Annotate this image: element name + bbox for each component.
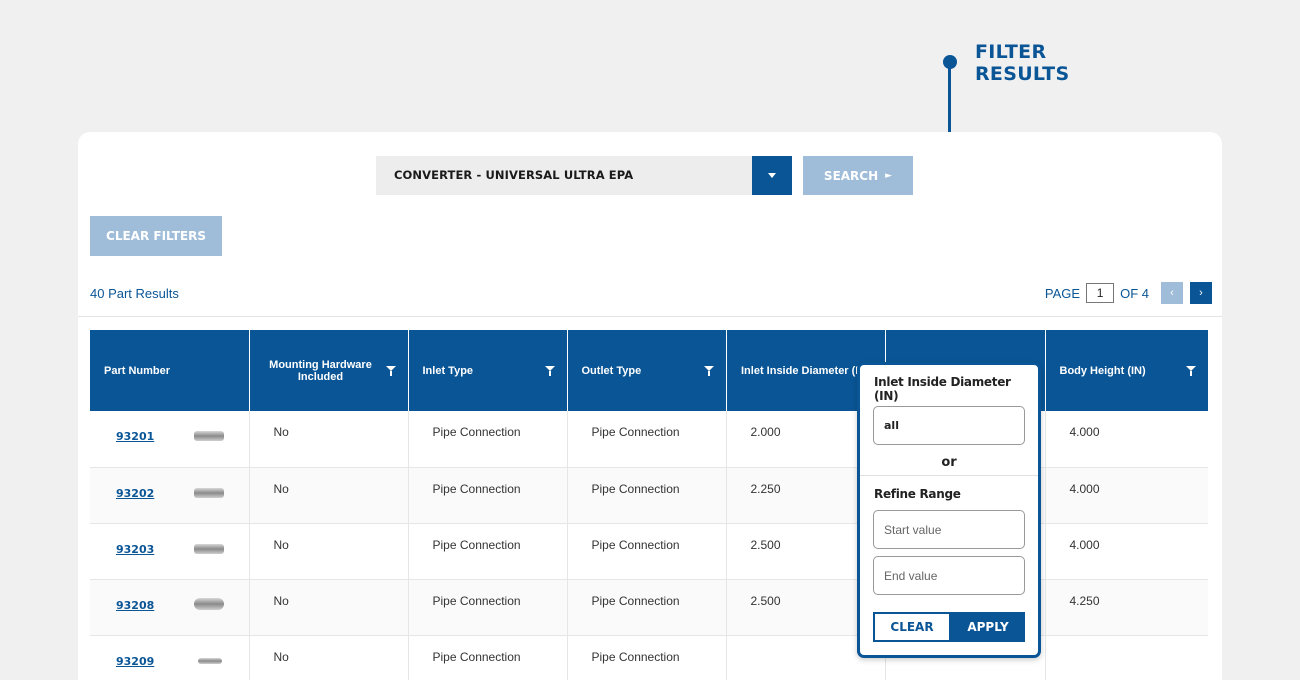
converter-thumbnail-icon	[194, 487, 224, 498]
cell-inlet-type: Pipe Connection	[408, 467, 568, 524]
filter-icon[interactable]	[385, 365, 396, 376]
part-number-link[interactable]: 93203	[116, 543, 154, 556]
popup-divider	[860, 475, 1038, 476]
filter-icon[interactable]	[1185, 365, 1196, 376]
callout-line-2: RESULTS	[975, 63, 1070, 85]
filter-value-input[interactable]	[873, 406, 1025, 445]
parts-search-card: CONVERTER - UNIVERSAL ULTRA EPA SEARCH ►…	[78, 132, 1222, 680]
divider	[78, 316, 1222, 317]
filter-icon[interactable]	[544, 365, 555, 376]
cell-part-number: 93202	[90, 467, 250, 524]
cell-inlet-type: Pipe Connection	[408, 523, 568, 580]
clear-filters-button[interactable]: CLEAR FILTERS	[90, 216, 222, 256]
cell-inlet-type: Pipe Connection	[408, 579, 568, 636]
refine-range-label: Refine Range	[874, 487, 961, 501]
page-of-label: OF 4	[1120, 285, 1149, 301]
cell-outlet-type: Pipe Connection	[567, 635, 727, 680]
header-part-number[interactable]: Part Number	[90, 330, 250, 411]
cell-inlet-type: Pipe Connection	[408, 635, 568, 680]
cell-body-height: 4.250	[1045, 579, 1208, 636]
page-number-input[interactable]: 1	[1086, 283, 1115, 303]
cell-body-height: 4.000	[1045, 411, 1208, 468]
inlet-diameter-filter-popup: Inlet Inside Diameter (IN) or Refine Ran…	[857, 362, 1041, 658]
cell-outlet-type: Pipe Connection	[567, 467, 727, 524]
cell-body-height: 4.000	[1045, 467, 1208, 524]
product-category-value: CONVERTER - UNIVERSAL ULTRA EPA	[394, 168, 634, 182]
cell-mounting: No	[249, 411, 409, 468]
cell-body-height	[1045, 635, 1208, 680]
next-page-button[interactable]: ›	[1190, 282, 1212, 304]
cell-part-number: 93201	[90, 411, 250, 468]
part-number-link[interactable]: 93201	[116, 430, 154, 443]
converter-thumbnail-icon	[194, 543, 224, 554]
cell-mounting: No	[249, 523, 409, 580]
play-arrow-icon: ►	[885, 170, 893, 181]
page-label: PAGE	[1044, 285, 1081, 301]
converter-thumbnail-icon	[194, 597, 224, 610]
dropdown-toggle-button[interactable]	[752, 156, 792, 195]
cell-mounting: No	[249, 467, 409, 524]
converter-thumbnail-icon	[194, 431, 224, 441]
cell-mounting: No	[249, 635, 409, 680]
cell-body-height: 4.000	[1045, 523, 1208, 580]
part-number-link[interactable]: 93202	[116, 487, 154, 500]
caret-down-icon	[768, 173, 776, 178]
cell-part-number: 93209	[90, 635, 250, 680]
filter-clear-button[interactable]: CLEAR	[873, 612, 951, 642]
search-button[interactable]: SEARCH ►	[803, 156, 913, 195]
part-number-link[interactable]: 93209	[116, 655, 154, 668]
converter-thumbnail-icon	[198, 657, 222, 664]
filter-apply-button[interactable]: APPLY	[951, 612, 1025, 642]
prev-page-button[interactable]: ‹	[1161, 282, 1183, 304]
cell-outlet-type: Pipe Connection	[567, 579, 727, 636]
filter-popup-actions: CLEAR APPLY	[873, 612, 1025, 642]
header-inlet-type[interactable]: Inlet Type	[408, 330, 568, 411]
start-value-input[interactable]	[873, 510, 1025, 549]
cell-mounting: No	[249, 579, 409, 636]
header-outlet-type[interactable]: Outlet Type	[567, 330, 727, 411]
search-button-label: SEARCH	[823, 168, 879, 183]
cell-outlet-type: Pipe Connection	[567, 411, 727, 468]
filter-popup-title: Inlet Inside Diameter (IN)	[874, 375, 1011, 403]
pagination: PAGE 1 OF 4 ‹ ›	[1045, 282, 1212, 304]
results-count: 40 Part Results	[90, 286, 179, 301]
cell-part-number: 93208	[90, 579, 250, 636]
end-value-input[interactable]	[873, 556, 1025, 595]
filter-results-callout: FILTER RESULTS	[975, 41, 1069, 85]
or-label: or	[941, 455, 957, 470]
cell-inlet-type: Pipe Connection	[408, 411, 568, 468]
filter-icon[interactable]	[703, 365, 714, 376]
cell-outlet-type: Pipe Connection	[567, 523, 727, 580]
product-category-select[interactable]: CONVERTER - UNIVERSAL ULTRA EPA	[376, 156, 752, 195]
cell-part-number: 93203	[90, 523, 250, 580]
header-mounting-hardware[interactable]: Mounting Hardware Included	[249, 330, 409, 411]
callout-line-1: FILTER	[975, 41, 1047, 63]
part-number-link[interactable]: 93208	[116, 599, 154, 612]
header-body-height[interactable]: Body Height (IN)	[1045, 330, 1209, 411]
